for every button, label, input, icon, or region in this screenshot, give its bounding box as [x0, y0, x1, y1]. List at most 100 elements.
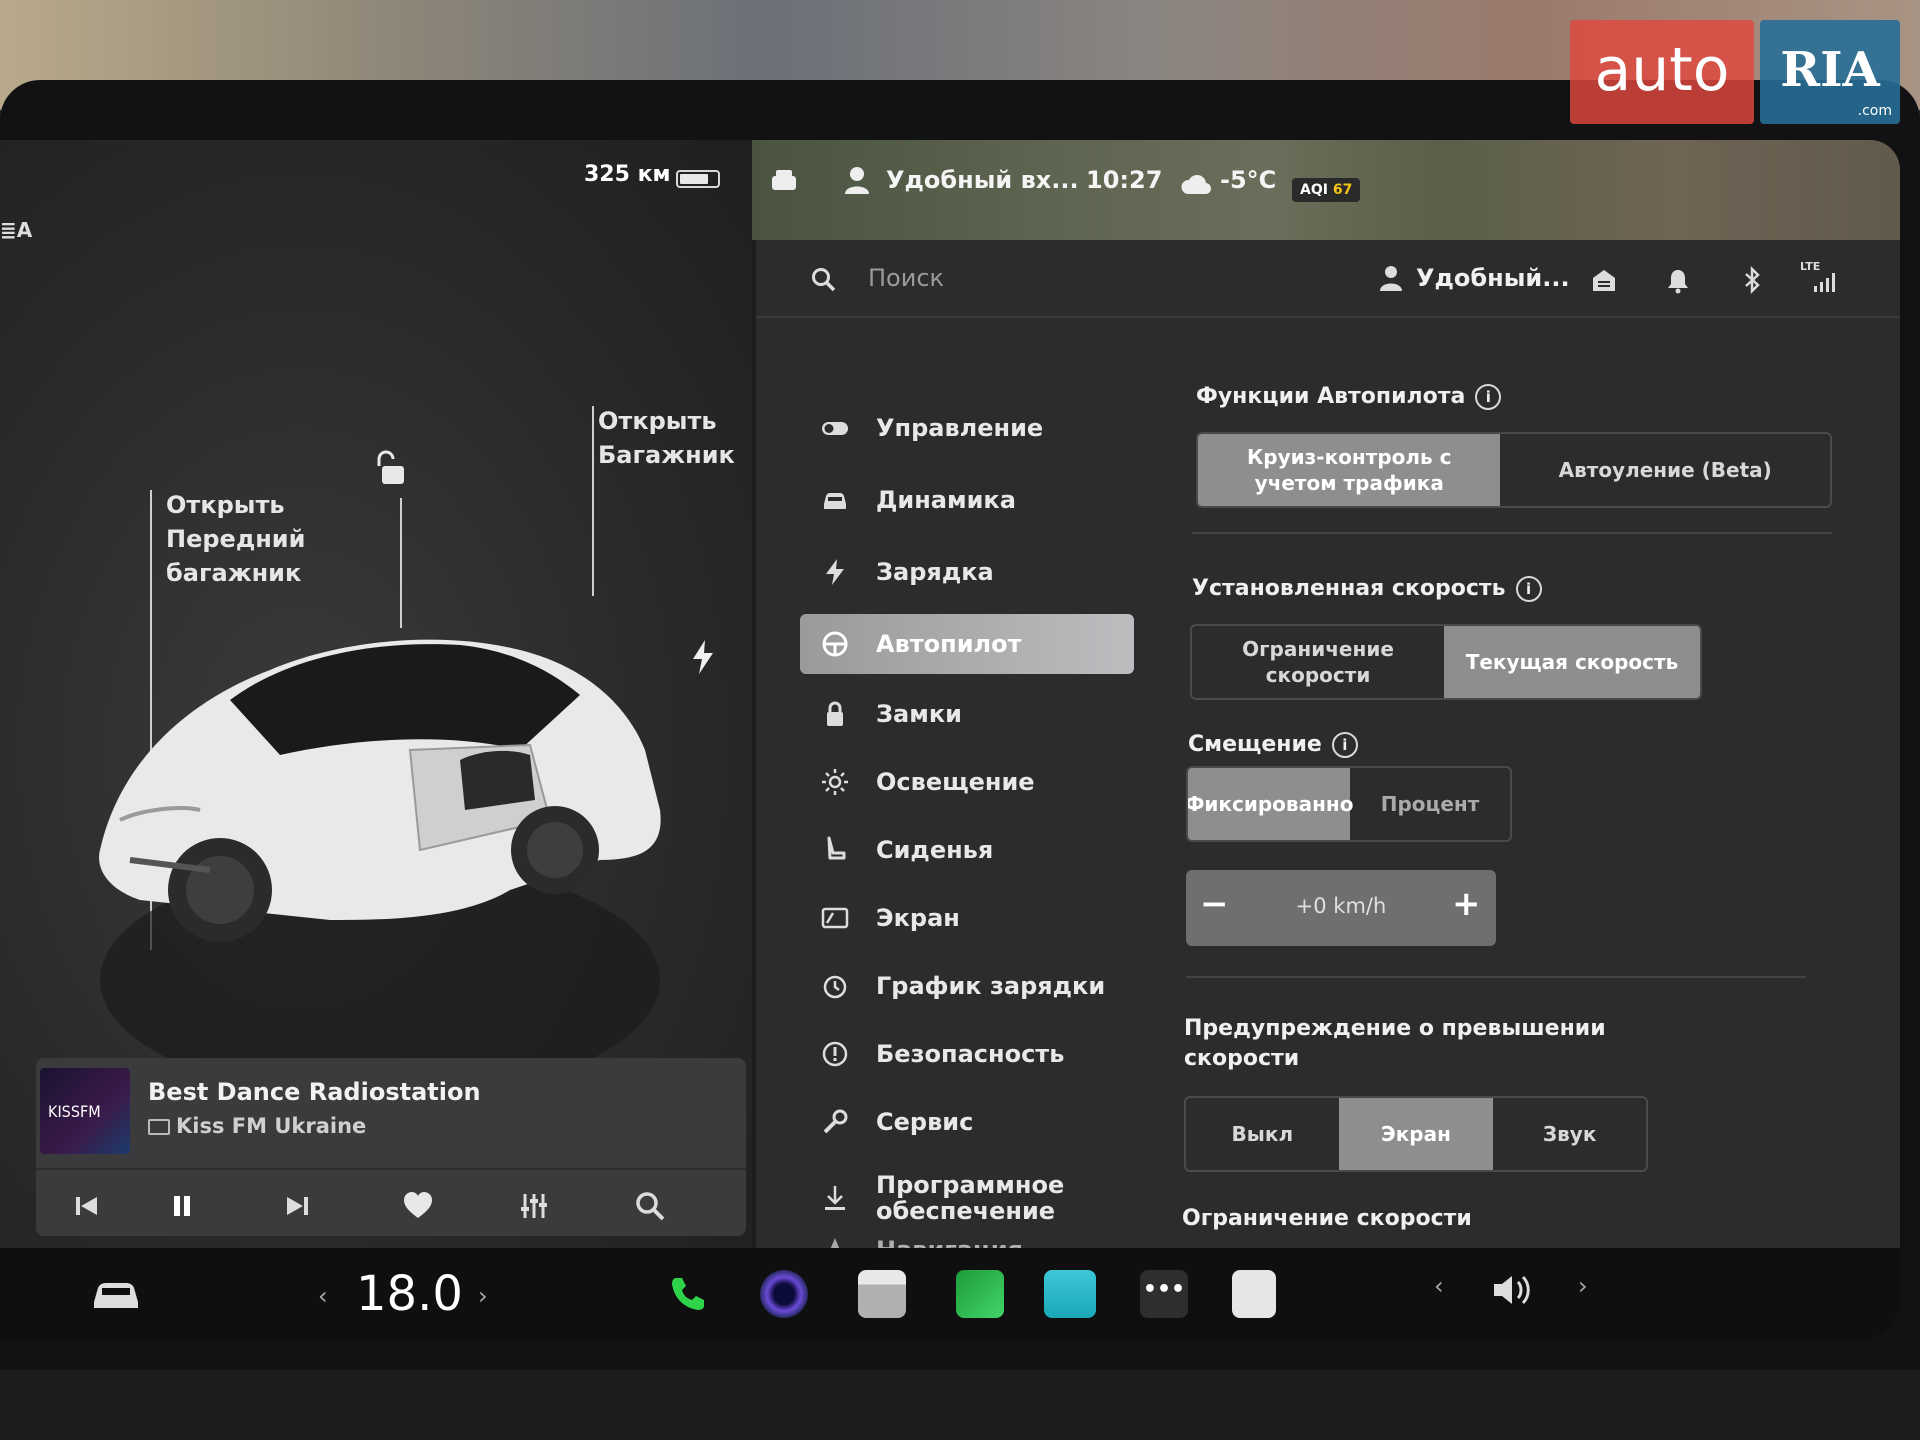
bluetooth-icon[interactable] — [1738, 266, 1766, 294]
offset-stepper[interactable]: − +0 km/h + — [1186, 870, 1496, 946]
volume-icon[interactable] — [1490, 1270, 1534, 1310]
menu-item-service[interactable]: Сервис — [800, 1092, 1130, 1152]
notification-bell-icon[interactable] — [1664, 266, 1692, 294]
garage-icon[interactable] — [1590, 266, 1618, 294]
more-icon[interactable]: ••• — [1140, 1270, 1188, 1318]
autopilot-features-title-text: Функции Автопилота — [1196, 384, 1466, 409]
menu-label-lighting: Освещение — [876, 768, 1035, 796]
auto-headlights-icon[interactable]: ≣A — [0, 218, 32, 242]
option-chime[interactable]: Звук — [1493, 1098, 1646, 1170]
menu-label-charging: Зарядка — [876, 558, 994, 586]
info-circle-icon — [822, 1041, 848, 1067]
offset-selector[interactable]: Фиксированно Процент — [1186, 766, 1512, 842]
touchscreen: ≣A 325 км Открыть Передний багажник Откр… — [0, 140, 1900, 1340]
menu-item-software[interactable]: Программное обеспечение — [800, 1162, 1080, 1234]
map-status-strip[interactable]: Удобный вх... 10:27 -5°C AQI 67 — [752, 140, 1900, 240]
autopilot-features-selector[interactable]: Круиз-контроль с учетом трафика Автоулен… — [1196, 432, 1832, 508]
toybox-icon[interactable] — [1044, 1270, 1096, 1318]
autopilot-features-title: Функции Автопилота i — [1196, 384, 1502, 410]
status-profile[interactable]: Удобный вх... — [886, 166, 1079, 194]
equalizer-button[interactable] — [512, 1184, 556, 1228]
menu-item-locks[interactable]: Замки — [800, 684, 1130, 744]
media-divider — [36, 1168, 746, 1170]
unlock-icon[interactable] — [372, 448, 414, 490]
aqi-value: 67 — [1332, 182, 1353, 198]
status-temperature: -5°C — [1220, 166, 1277, 194]
volume-increase-button[interactable]: › — [1578, 1272, 1588, 1300]
bezel-bottom — [0, 1370, 1920, 1440]
seat-icon — [827, 836, 846, 860]
cabin-temperature[interactable]: 18.0 — [356, 1266, 463, 1322]
option-current-speed[interactable]: Текущая скорость — [1444, 626, 1700, 698]
set-speed-selector[interactable]: Ограничение скорости Текущая скорость — [1190, 624, 1702, 700]
weather-cloud-icon — [1181, 175, 1212, 195]
autoria-logo-right: RIA .com — [1760, 20, 1900, 124]
media-player[interactable]: KISSFM Best Dance Radiostation Kiss FM U… — [36, 1058, 746, 1236]
menu-label-seats: Сиденья — [876, 836, 994, 864]
media-search-button[interactable] — [628, 1184, 672, 1228]
menu-item-dynamics[interactable]: Динамика — [800, 470, 1130, 530]
notes-icon[interactable] — [1232, 1270, 1276, 1318]
driver-profile-button[interactable]: Удобный... — [1416, 264, 1570, 292]
option-off[interactable]: Выкл — [1186, 1098, 1339, 1170]
temp-increase-button[interactable]: › — [478, 1282, 488, 1310]
signal-strength-icon — [1814, 273, 1835, 292]
media-station: Kiss FM Ukraine — [148, 1114, 366, 1138]
menu-label-display: Экран — [876, 904, 960, 932]
menu-item-display[interactable]: Экран — [800, 888, 1130, 948]
menu-label-software: Программное обеспечение — [876, 1171, 1065, 1225]
info-icon[interactable]: i — [1515, 576, 1542, 602]
increment-button[interactable]: + — [1452, 884, 1481, 924]
menu-item-lighting[interactable]: Освещение — [800, 752, 1130, 812]
next-track-button[interactable] — [276, 1184, 320, 1228]
phone-icon[interactable] — [664, 1270, 712, 1318]
option-autosteer[interactable]: Автоуление (Beta) — [1500, 434, 1830, 506]
menu-label-locks: Замки — [876, 700, 962, 728]
pause-icon — [174, 1196, 190, 1216]
favorite-button[interactable] — [396, 1184, 440, 1228]
speed-warning-selector[interactable]: Выкл Экран Звук — [1184, 1096, 1648, 1172]
open-trunk-button[interactable]: Открыть Багажник — [598, 404, 735, 472]
search-icon[interactable] — [810, 266, 836, 292]
info-icon[interactable]: i — [1331, 732, 1358, 758]
pause-button[interactable] — [160, 1184, 204, 1228]
set-speed-title: Установленная скорость i — [1192, 576, 1542, 602]
driver-profile-icon — [845, 167, 869, 194]
option-percent[interactable]: Процент — [1350, 768, 1510, 840]
calendar-icon[interactable] — [858, 1270, 906, 1318]
menu-item-seats[interactable]: Сиденья — [800, 820, 1130, 880]
offset-value: +0 km/h — [1295, 894, 1387, 918]
volume-decrease-button[interactable]: ‹ — [1434, 1272, 1444, 1300]
camera-icon[interactable] — [760, 1270, 808, 1318]
status-time: 10:27 — [1086, 166, 1163, 194]
autoria-ria-text: RIA — [1780, 42, 1880, 98]
menu-item-charge-schedule[interactable]: График зарядки — [800, 956, 1130, 1016]
menu-item-safety[interactable]: Безопасность — [800, 1024, 1130, 1084]
battery-icon — [676, 170, 720, 188]
section-divider — [1186, 976, 1806, 978]
car-model-image — [99, 639, 661, 1100]
autoria-domain: .com — [1857, 103, 1892, 119]
menu-item-autopilot[interactable]: Автопилот — [800, 614, 1134, 674]
option-traffic-aware-cruise[interactable]: Круиз-контроль с учетом трафика — [1198, 434, 1501, 506]
previous-track-button[interactable] — [64, 1184, 108, 1228]
menu-label-autopilot: Автопилот — [876, 630, 1022, 658]
option-fixed[interactable]: Фиксированно — [1188, 768, 1353, 840]
car-icon — [824, 493, 846, 509]
equalizer-icon — [521, 1194, 547, 1218]
info-icon[interactable]: i — [1475, 384, 1502, 410]
profile-icon — [1380, 266, 1402, 291]
option-speed-limit[interactable]: Ограничение скорости — [1192, 626, 1444, 698]
next-icon — [287, 1197, 308, 1215]
lock-icon — [827, 701, 843, 726]
menu-item-charging[interactable]: Зарядка — [800, 542, 1130, 602]
sun-icon — [822, 769, 848, 795]
temp-decrease-button[interactable]: ‹ — [318, 1282, 328, 1310]
menu-label-dynamics: Динамика — [876, 486, 1016, 514]
offset-title: Смещение i — [1188, 732, 1358, 758]
menu-item-controls[interactable]: Управление — [800, 398, 1130, 458]
stocks-icon[interactable] — [956, 1270, 1004, 1318]
settings-search-input[interactable]: Поиск — [868, 264, 944, 292]
car-controls-icon[interactable] — [88, 1274, 144, 1314]
option-display[interactable]: Экран — [1338, 1098, 1494, 1170]
